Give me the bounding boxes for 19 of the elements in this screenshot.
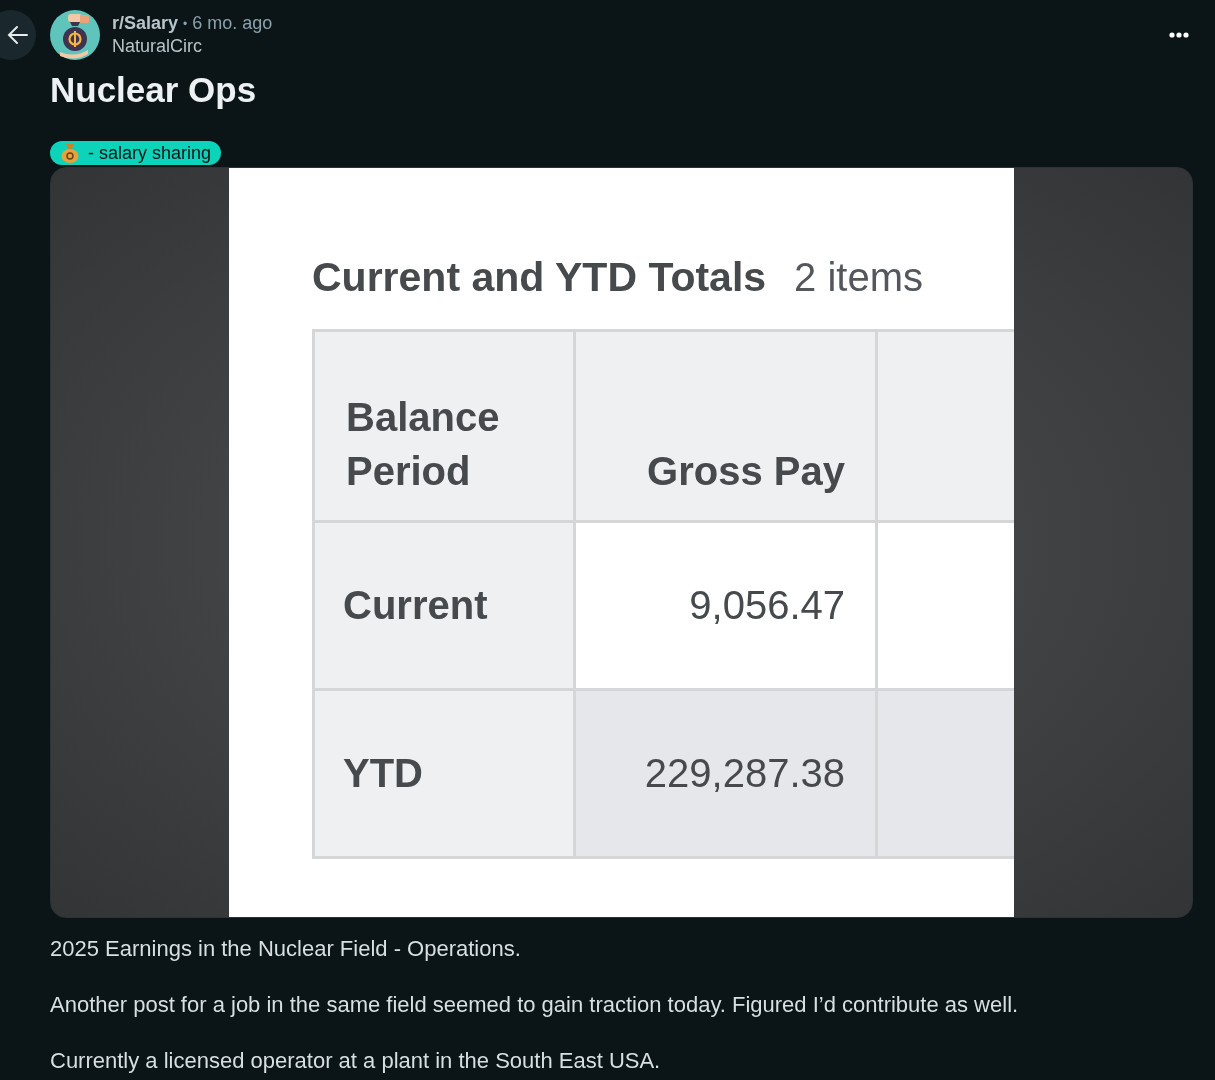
item-count: 2 items xyxy=(794,255,924,300)
period-cell: Current xyxy=(315,523,576,688)
post-age: 6 mo. ago xyxy=(192,13,273,34)
document-title: Current and YTD Totals xyxy=(312,254,767,301)
subreddit-link[interactable]: r/Salary xyxy=(112,13,179,34)
author-link[interactable]: NaturalCirc xyxy=(112,36,203,57)
body-paragraph: Currently a licensed operator at a plant in the South East USA. xyxy=(50,1049,662,1073)
period-cell: YTD xyxy=(315,691,576,856)
flair-tag[interactable]: - salary sharing xyxy=(50,141,222,165)
amount-cell: 229,287.38 xyxy=(576,691,878,856)
ellipsis-icon xyxy=(1169,32,1189,38)
body-paragraph: 2025 Earnings in the Nuclear Field - Operations. xyxy=(50,937,522,961)
separator-dot: • xyxy=(183,16,188,31)
money-bag-icon xyxy=(50,10,100,60)
money-bag-icon xyxy=(61,143,79,163)
post-title: Nuclear Ops xyxy=(50,70,258,110)
body-paragraph: Another post for a job in the same field seemed to gain traction today. Figured I’d contribute as well. xyxy=(50,993,1020,1017)
arrow-left-icon xyxy=(6,23,30,47)
back-button[interactable] xyxy=(0,10,36,60)
